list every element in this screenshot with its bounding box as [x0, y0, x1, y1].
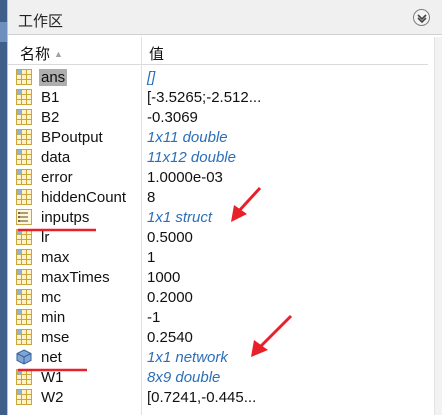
chevron-down-icon — [417, 14, 427, 23]
collapse-button[interactable] — [413, 9, 430, 26]
column-header-name[interactable]: 名称 ▲ — [20, 43, 63, 64]
variable-value: 8x9 double — [147, 369, 221, 386]
variable-row-B2[interactable]: B2 -0.3069 — [8, 108, 428, 128]
variable-row-min[interactable]: min -1 — [8, 308, 428, 328]
variable-row-ans[interactable]: ans [] — [8, 68, 428, 88]
matrix-grid-icon — [16, 289, 34, 307]
struct-icon — [16, 209, 34, 227]
matrix-grid-icon — [16, 189, 34, 207]
matrix-grid-icon — [16, 309, 34, 327]
matrix-grid-icon — [16, 369, 34, 387]
variable-row-W1[interactable]: W1 8x9 double — [8, 368, 428, 388]
left-edge-strip — [0, 0, 7, 415]
variable-name: net — [41, 349, 62, 366]
variable-name: hiddenCount — [41, 189, 127, 206]
workspace-panel: 工作区 名称 ▲ 值 ans [] B1 [-3.5265;-2.512... B2 -0.… — [7, 0, 442, 415]
left-edge-highlight — [0, 22, 7, 42]
table-header: 名称 ▲ 值 — [8, 37, 428, 65]
variable-value: 1000 — [147, 269, 181, 286]
variable-name: ans — [39, 69, 68, 86]
matrix-grid-icon — [16, 169, 34, 187]
variable-name: inputps — [41, 209, 90, 226]
sort-ascending-icon: ▲ — [54, 49, 63, 59]
matrix-grid-icon — [16, 329, 34, 347]
matrix-grid-icon — [16, 269, 34, 287]
variable-row-lr[interactable]: lr 0.5000 — [8, 228, 428, 248]
variable-value: 0.5000 — [147, 229, 193, 246]
variable-value: 0.2540 — [147, 329, 193, 346]
object-cube-icon — [16, 349, 34, 367]
variable-row-inputps[interactable]: inputps 1x1 struct — [8, 208, 428, 228]
variable-row-B1[interactable]: B1 [-3.5265;-2.512... — [8, 88, 428, 108]
panel-titlebar: 工作区 — [8, 0, 442, 35]
variable-name: data — [41, 149, 71, 166]
matrix-grid-icon — [16, 109, 34, 127]
matrix-grid-icon — [16, 149, 34, 167]
variable-value: [0.7241,-0.445... — [147, 389, 257, 406]
variable-row-error[interactable]: error 1.0000e-03 — [8, 168, 428, 188]
matrix-grid-icon — [16, 69, 34, 87]
variable-name: mse — [41, 329, 70, 346]
variable-name: maxTimes — [41, 269, 110, 286]
column-header-value[interactable]: 值 — [149, 43, 164, 64]
variable-value: 1x11 double — [147, 129, 228, 146]
variable-value: 1.0000e-03 — [147, 169, 223, 186]
variable-value: -1 — [147, 309, 161, 326]
variable-name: B2 — [41, 109, 60, 126]
variable-value: 8 — [147, 189, 156, 206]
variable-value: -0.3069 — [147, 109, 198, 126]
variable-row-W2[interactable]: W2 [0.7241,-0.445... — [8, 388, 428, 408]
variable-row-hiddenCount[interactable]: hiddenCount 8 — [8, 188, 428, 208]
variable-name: mc — [41, 289, 61, 306]
variable-value: [-3.5265;-2.512... — [147, 89, 262, 106]
variable-list: ans [] B1 [-3.5265;-2.512... B2 -0.3069 BPoutp… — [8, 68, 428, 408]
variable-name: min — [41, 309, 66, 326]
variable-name: max — [41, 249, 70, 266]
variable-name: BPoutput — [41, 129, 103, 146]
matrix-grid-icon — [16, 89, 34, 107]
variable-name: W1 — [41, 369, 64, 386]
variable-name: error — [41, 169, 73, 186]
variable-value: 1 — [147, 249, 156, 266]
variable-value: 1x1 struct — [147, 209, 213, 226]
panel-title: 工作区 — [18, 13, 64, 30]
variable-value: 1x1 network — [147, 349, 228, 366]
matrix-grid-icon — [16, 129, 34, 147]
variable-row-BPoutput[interactable]: BPoutput 1x11 double — [8, 128, 428, 148]
matrix-grid-icon — [16, 249, 34, 267]
variable-row-net[interactable]: net 1x1 network — [8, 348, 428, 368]
variable-row-data[interactable]: data 11x12 double — [8, 148, 428, 168]
variable-name: W2 — [41, 389, 64, 406]
variable-row-max[interactable]: max 1 — [8, 248, 428, 268]
variable-value: 11x12 double — [147, 149, 236, 166]
variable-name: lr — [41, 229, 50, 246]
variable-name: B1 — [41, 89, 60, 106]
variable-value: 0.2000 — [147, 289, 193, 306]
variable-row-mse[interactable]: mse 0.2540 — [8, 328, 428, 348]
variable-row-maxTimes[interactable]: maxTimes 1000 — [8, 268, 428, 288]
matrix-grid-icon — [16, 389, 34, 407]
matrix-grid-icon — [16, 229, 34, 247]
vertical-scrollbar[interactable] — [434, 37, 442, 415]
variable-value: [] — [147, 69, 156, 86]
variable-row-mc[interactable]: mc 0.2000 — [8, 288, 428, 308]
